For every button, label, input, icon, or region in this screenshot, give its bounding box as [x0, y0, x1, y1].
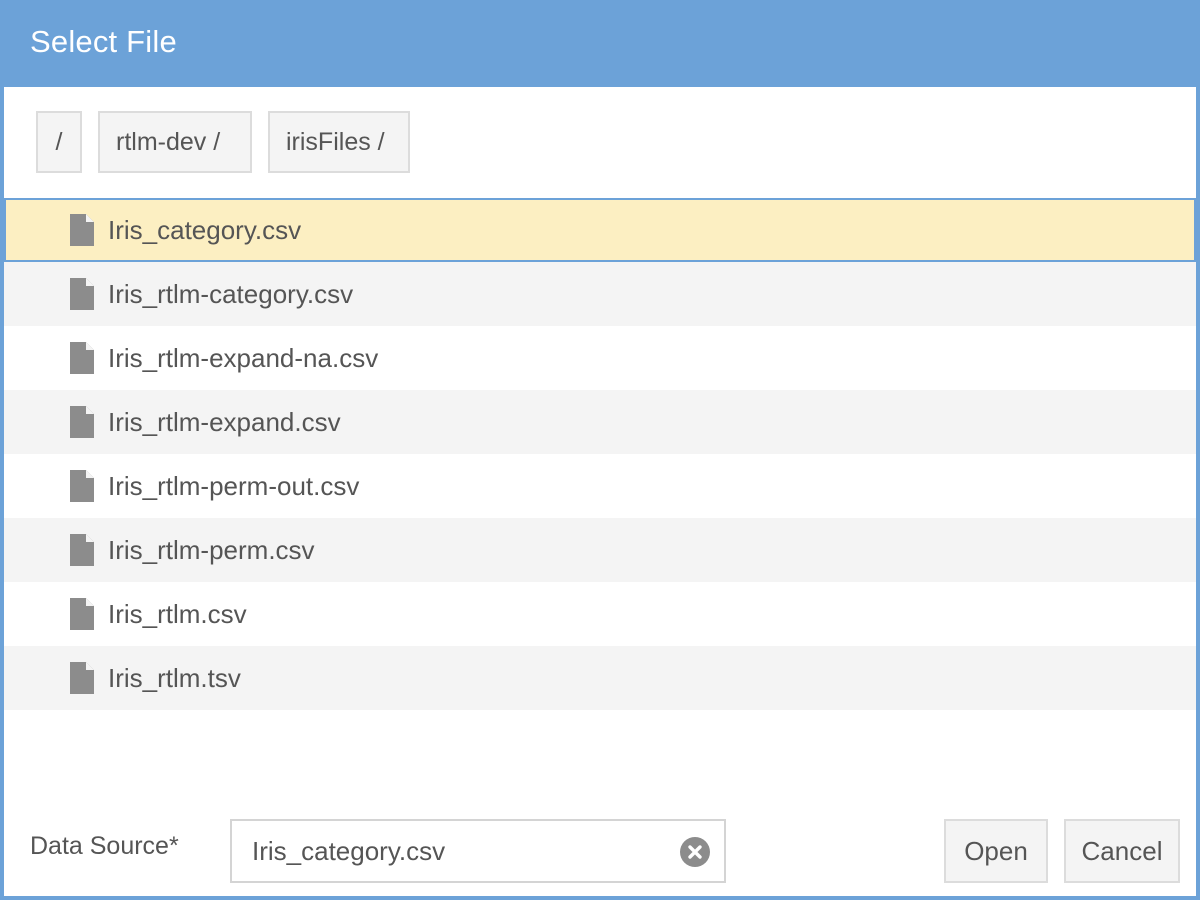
breadcrumb-irisfiles[interactable]: irisFiles /: [268, 111, 410, 173]
file-icon: [70, 278, 94, 310]
file-name: Iris_rtlm-expand.csv: [108, 407, 341, 437]
file-name: Iris_rtlm-category.csv: [108, 279, 354, 309]
file-name: Iris_category.csv: [108, 215, 302, 245]
file-row[interactable]: Iris_rtlm-expand.csv: [4, 390, 1196, 454]
file-row[interactable]: Iris_rtlm-expand-na.csv: [4, 326, 1196, 390]
file-icon: [70, 598, 94, 630]
data-source-label: Data Source*: [30, 832, 179, 860]
file-icon: [70, 662, 94, 694]
file-icon: [70, 534, 94, 566]
dialog-titlebar: Select File: [0, 0, 1200, 87]
file-row[interactable]: Iris_rtlm-perm.csv: [4, 518, 1196, 582]
file-icon: [70, 470, 94, 502]
file-name: Iris_rtlm.tsv: [108, 663, 241, 693]
clear-icon[interactable]: [680, 837, 710, 867]
file-icon: [70, 214, 94, 246]
breadcrumb-root[interactable]: /: [36, 111, 82, 173]
file-row[interactable]: Iris_rtlm-category.csv: [4, 262, 1196, 326]
cancel-button[interactable]: Cancel: [1064, 819, 1180, 883]
file-list: Iris_category.csv Iris_rtlm-category.csv I…: [4, 198, 1196, 710]
file-name: Iris_rtlm-perm-out.csv: [108, 471, 360, 501]
file-name: Iris_rtlm-expand-na.csv: [108, 343, 379, 373]
breadcrumb-rtlm-dev[interactable]: rtlm-dev /: [98, 111, 252, 173]
file-row[interactable]: Iris_rtlm.csv: [4, 582, 1196, 646]
file-row[interactable]: Iris_rtlm.tsv: [4, 646, 1196, 710]
select-file-dialog: Select File / rtlm-dev / irisFiles / Iri…: [0, 0, 1200, 900]
file-name: Iris_rtlm.csv: [108, 599, 247, 629]
data-source-value[interactable]: Iris_category.csv: [252, 821, 445, 881]
dialog-title: Select File: [30, 24, 177, 59]
file-row[interactable]: Iris_category.csv: [4, 198, 1196, 262]
file-icon: [70, 342, 94, 374]
file-name: Iris_rtlm-perm.csv: [108, 535, 315, 565]
file-row[interactable]: Iris_rtlm-perm-out.csv: [4, 454, 1196, 518]
open-button[interactable]: Open: [944, 819, 1048, 883]
file-icon: [70, 406, 94, 438]
data-source-input[interactable]: Iris_category.csv: [230, 819, 726, 883]
